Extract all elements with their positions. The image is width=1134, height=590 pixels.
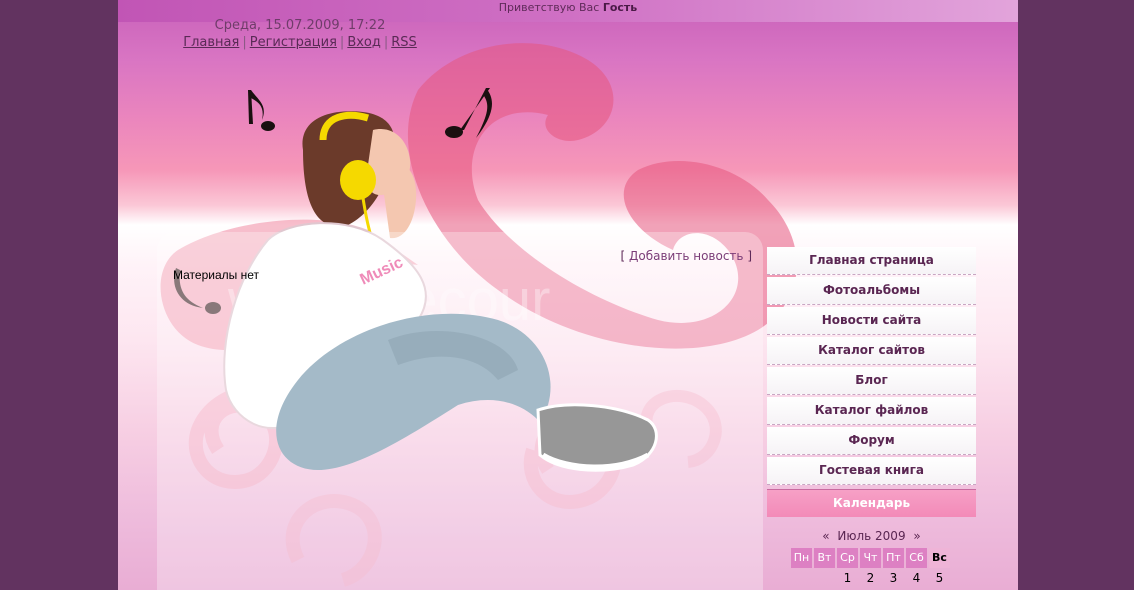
weekday-mon: Пн (791, 548, 812, 568)
weekday-sun: Вс (929, 548, 950, 568)
no-materials-message: Материалы нет (173, 268, 259, 282)
page: w.onlinecour Music (0, 0, 1134, 590)
bracket-open: [ (620, 249, 626, 263)
content-panel (157, 232, 763, 590)
menu-item-guestbook[interactable]: Гостевая книга (767, 457, 976, 485)
calendar-day-empty (814, 568, 835, 588)
site-menu: Главная страница Фотоальбомы Новости сай… (767, 247, 976, 487)
bracket-close: ] (747, 249, 752, 263)
header-nav: Главная | Регистрация | Вход | RSS (180, 35, 420, 50)
calendar-weekday-row: Пн Вт Ср Чт Пт Сб Вс (791, 548, 953, 568)
add-news-container: [ Добавить новость ] (620, 249, 752, 263)
weekday-sat: Сб (906, 548, 927, 568)
calendar-grid: Пн Вт Ср Чт Пт Сб Вс 1 2 3 4 5 (791, 548, 953, 588)
calendar-day[interactable]: 5 (929, 568, 950, 588)
weekday-wed: Ср (837, 548, 858, 568)
menu-item-photo-albums[interactable]: Фотоальбомы (767, 277, 976, 305)
add-news-link[interactable]: Добавить новость (629, 249, 743, 263)
music-note-icon (248, 90, 275, 131)
calendar-day[interactable]: 3 (883, 568, 904, 588)
menu-item-blog[interactable]: Блог (767, 367, 976, 395)
calendar-month-nav: « Июль 2009 » (767, 529, 976, 543)
menu-item-forum[interactable]: Форум (767, 427, 976, 455)
calendar-month-label[interactable]: Июль 2009 (837, 529, 905, 543)
calendar-prev-button[interactable]: « (818, 529, 833, 543)
site-container: w.onlinecour Music (118, 0, 1018, 590)
greeting-user: Гость (602, 1, 638, 14)
menu-item-site-catalog[interactable]: Каталог сайтов (767, 337, 976, 365)
nav-separator: | (383, 35, 389, 50)
weekday-tue: Вт (814, 548, 835, 568)
nav-separator: | (242, 35, 247, 50)
nav-link-rss[interactable]: RSS (391, 35, 417, 50)
menu-item-home[interactable]: Главная страница (767, 247, 976, 275)
nav-link-home[interactable]: Главная (183, 35, 239, 50)
calendar-title: Календарь (767, 489, 976, 517)
nav-separator: | (339, 35, 345, 50)
calendar-day-empty (791, 568, 812, 588)
menu-item-file-catalog[interactable]: Каталог файлов (767, 397, 976, 425)
menu-item-site-news[interactable]: Новости сайта (767, 307, 976, 335)
calendar-next-button[interactable]: » (909, 529, 924, 543)
calendar-day[interactable]: 2 (860, 568, 881, 588)
weekday-thu: Чт (860, 548, 881, 568)
calendar-day[interactable]: 4 (906, 568, 927, 588)
current-date: Среда, 15.07.2009, 17:22 (214, 18, 386, 33)
weekday-fri: Пт (883, 548, 904, 568)
nav-link-login[interactable]: Вход (347, 35, 381, 50)
greeting-text: Приветствую Вас (498, 1, 600, 14)
calendar-day[interactable]: 1 (837, 568, 858, 588)
calendar-week-row: 1 2 3 4 5 (791, 568, 953, 588)
nav-link-register[interactable]: Регистрация (250, 35, 337, 50)
